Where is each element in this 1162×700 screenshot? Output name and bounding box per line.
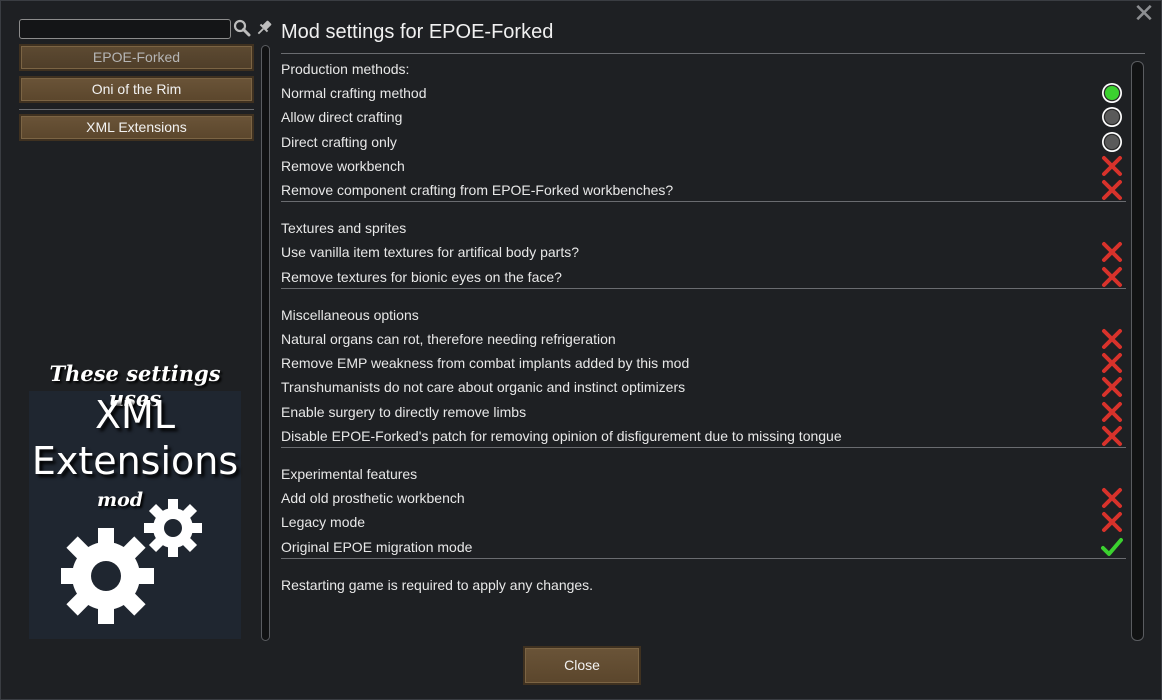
cross-icon[interactable]: [1101, 328, 1123, 350]
search-input[interactable]: [19, 19, 231, 39]
section-heading: Miscellaneous options: [281, 306, 419, 323]
section-divider: [281, 287, 1126, 289]
close-icon[interactable]: ✕: [1133, 1, 1155, 27]
setting-row[interactable]: Remove workbench: [281, 155, 1126, 179]
setting-row[interactable]: Enable surgery to directly remove limbs: [281, 401, 1126, 425]
mod-list-scrollbar[interactable]: [261, 45, 270, 641]
mod-button[interactable]: XML Extensions: [19, 114, 254, 141]
setting-label: Disable EPOE-Forked's patch for removing…: [281, 427, 842, 444]
mod-search: [19, 19, 231, 39]
setting-label: Remove workbench: [281, 157, 405, 174]
setting-label: Use vanilla item textures for artifical …: [281, 244, 580, 261]
settings-scrollbar[interactable]: [1131, 61, 1144, 641]
page-title: Mod settings for EPOE-Forked: [281, 21, 554, 43]
setting-row[interactable]: Original EPOE migration mode: [281, 536, 1126, 560]
pin-icon[interactable]: [255, 19, 273, 37]
setting-label: Transhumanists do not care about organic…: [281, 379, 686, 396]
setting-row[interactable]: Remove textures for bionic eyes on the f…: [281, 266, 1126, 290]
gears-icon: [61, 499, 202, 624]
setting-label: Add old prosthetic workbench: [281, 490, 465, 507]
cross-icon[interactable]: [1101, 266, 1123, 288]
setting-row[interactable]: Legacy mode: [281, 511, 1126, 535]
cross-icon[interactable]: [1101, 425, 1123, 447]
setting-label: Remove EMP weakness from combat implants…: [281, 355, 690, 372]
mod-button[interactable]: Oni of the Rim: [19, 76, 254, 103]
setting-row[interactable]: Use vanilla item textures for artifical …: [281, 241, 1126, 265]
setting-row[interactable]: Direct crafting only: [281, 131, 1126, 155]
section-heading: Experimental features: [281, 466, 418, 482]
cross-icon[interactable]: [1101, 401, 1123, 423]
cross-icon[interactable]: [1101, 241, 1123, 263]
setting-label: Normal crafting method: [281, 85, 427, 102]
setting-label: Natural organs can rot, therefore needin…: [281, 331, 616, 347]
cross-icon[interactable]: [1101, 376, 1123, 398]
banner-title-xml: XML: [95, 393, 175, 437]
section-heading: Textures and sprites: [281, 220, 407, 237]
search-icon[interactable]: [233, 19, 251, 37]
setting-row[interactable]: Remove component crafting from EPOE-Fork…: [281, 179, 1126, 203]
setting-label: Original EPOE migration mode: [281, 538, 473, 555]
banner-title-extensions: Extensions: [31, 439, 239, 483]
setting-label: Direct crafting only: [281, 133, 397, 150]
cross-icon[interactable]: [1101, 179, 1123, 201]
setting-label: Allow direct crafting: [281, 109, 403, 126]
setting-row[interactable]: Add old prosthetic workbench: [281, 487, 1126, 511]
section-divider: [281, 447, 1126, 448]
mod-settings-window: ✕ EPOE-Forked Oni of the Rim XML Extension…: [0, 0, 1162, 700]
title-divider: [281, 53, 1145, 54]
mod-button[interactable]: EPOE-Forked: [19, 44, 254, 71]
section-divider: [281, 201, 1126, 203]
setting-row[interactable]: Normal crafting method: [281, 82, 1126, 106]
mod-list-divider: [19, 109, 254, 110]
cross-icon[interactable]: [1101, 487, 1123, 509]
setting-row[interactable]: Remove EMP weakness from combat implants…: [281, 352, 1126, 376]
setting-row[interactable]: Allow direct crafting: [281, 106, 1126, 130]
cross-icon[interactable]: [1101, 155, 1123, 177]
close-button[interactable]: Close: [523, 646, 641, 685]
setting-label: Remove textures for bionic eyes on the f…: [281, 268, 562, 285]
radio-unselected-icon[interactable]: [1101, 106, 1123, 128]
setting-label: Enable surgery to directly remove limbs: [281, 403, 527, 420]
radio-unselected-icon[interactable]: [1101, 131, 1123, 153]
cross-icon[interactable]: [1101, 511, 1123, 533]
setting-row[interactable]: Transhumanists do not care about organic…: [281, 376, 1126, 400]
setting-row[interactable]: Natural organs can rot, therefore needin…: [281, 328, 1126, 352]
restart-notice: Restarting game is required to apply any…: [281, 576, 594, 593]
setting-label: Remove component crafting from EPOE-Fork…: [281, 182, 674, 198]
radio-selected-icon[interactable]: [1101, 82, 1123, 104]
section-divider: [281, 557, 1126, 559]
setting-row[interactable]: Disable EPOE-Forked's patch for removing…: [281, 425, 1126, 449]
cross-icon[interactable]: [1101, 352, 1123, 374]
checkmark-icon[interactable]: [1101, 536, 1123, 558]
setting-label: Legacy mode: [281, 514, 366, 531]
section-heading: Production methods:: [281, 61, 410, 77]
